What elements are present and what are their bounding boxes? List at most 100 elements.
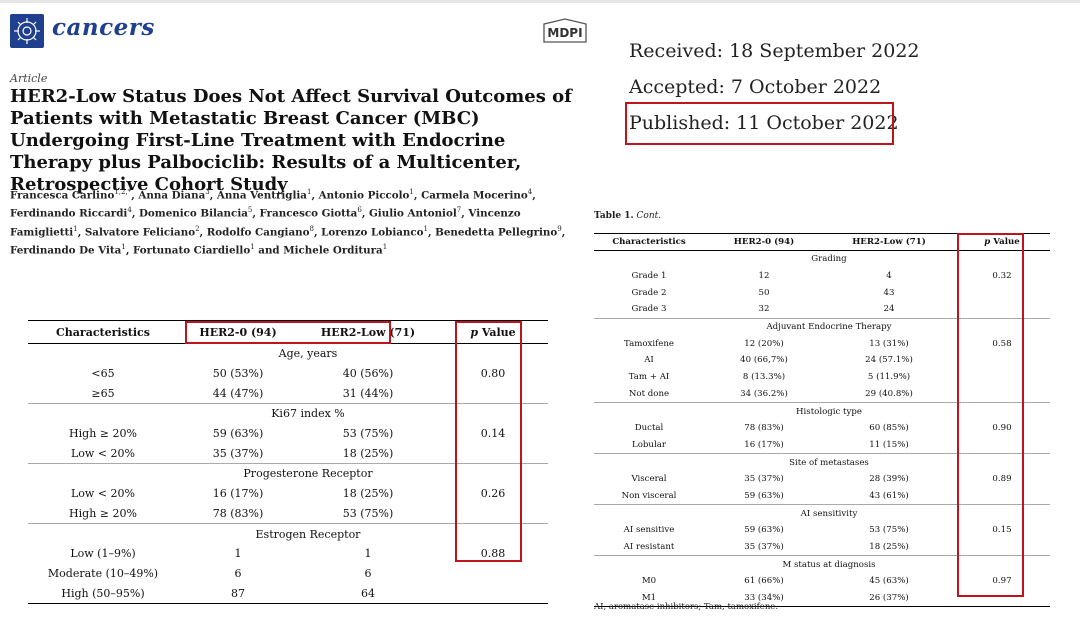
group-label: Histologic type xyxy=(796,406,862,417)
group-label: M status at diagnosis xyxy=(782,559,876,570)
her2-0-value: 44 (47%) xyxy=(178,383,298,405)
her2-low-value: 45 (63%) xyxy=(869,576,909,587)
her2-low-value: 18 (25%) xyxy=(298,443,438,465)
author-separator: , xyxy=(77,226,85,239)
author-separator: , xyxy=(532,189,536,202)
row-label: Low < 20% xyxy=(28,443,178,465)
her2-0-value: 35 (37%) xyxy=(744,474,784,485)
her2-low-value: 11 (15%) xyxy=(824,436,954,455)
top-border xyxy=(0,0,1080,3)
her2-0-value: 12 (20%) xyxy=(744,338,784,349)
table-row: High (50–95%) 87 64 xyxy=(28,583,548,604)
her2-0-value: 61 (66%) xyxy=(744,576,784,587)
author-separator: , xyxy=(361,207,369,220)
her2-low-value: 28 (39%) xyxy=(869,474,909,485)
empty-cell xyxy=(594,454,704,471)
her2-0-value: 59 (63%) xyxy=(744,525,784,536)
article-type: Article xyxy=(10,72,48,85)
author-name[interactable]: Anna Ventriglia xyxy=(217,189,307,201)
her2-0-value: 59 (63%) xyxy=(212,427,264,441)
her2-low-value: 13 (31%) xyxy=(869,338,909,349)
author-name[interactable]: Rodolfo Cangiano xyxy=(207,226,310,238)
highlight-box-pvalue-left xyxy=(455,321,522,562)
row-label: Low (1–9%) xyxy=(70,547,136,561)
her2-0-value: 12 xyxy=(758,271,770,282)
row-label: Tam + AI xyxy=(628,372,670,383)
col-header-characteristics: Characteristics xyxy=(28,320,178,344)
her2-0-value: 34 (36.2%) xyxy=(704,385,824,404)
col-header-characteristics: Characteristics xyxy=(594,233,704,251)
empty-cell xyxy=(594,556,704,573)
her2-low-value: 26 (37%) xyxy=(824,589,954,608)
author-name[interactable]: Fortunato Ciardiello xyxy=(133,245,250,257)
her2-low-value: 24 xyxy=(824,301,954,319)
row-label: Lobular xyxy=(594,436,704,455)
author-name[interactable]: Lorenzo Lobianco xyxy=(321,226,423,238)
author-name[interactable]: Giulio Antoniol xyxy=(369,208,457,220)
journal-logo-icon xyxy=(10,14,44,48)
author-name[interactable]: Michele Orditura xyxy=(283,245,383,257)
group-label: Site of metastases xyxy=(789,457,869,468)
p-value xyxy=(438,564,548,584)
row-label: Grade 2 xyxy=(631,287,667,298)
her2-low-value: 64 xyxy=(298,583,438,604)
mdpi-logo-icon: MDPI xyxy=(540,18,590,44)
her2-low-value: 18 (25%) xyxy=(342,487,394,501)
received-date: Received: 18 September 2022 xyxy=(629,40,920,62)
author-name[interactable]: Benedetta Pellegrino xyxy=(435,226,557,238)
author-separator: , xyxy=(209,189,217,202)
accepted-date: Accepted: 7 October 2022 xyxy=(629,76,882,98)
highlight-box-published xyxy=(625,102,894,145)
her2-low-value: 31 (44%) xyxy=(298,383,438,405)
her2-low-value: 60 (85%) xyxy=(869,423,909,434)
her2-0-value: 78 (83%) xyxy=(178,503,298,525)
her2-low-value: 6 xyxy=(364,566,372,580)
her2-0-value: 78 (83%) xyxy=(744,423,784,434)
author-name[interactable]: Antonio Piccolo xyxy=(319,189,410,201)
author-name[interactable]: Ferdinando De Vita xyxy=(10,245,121,257)
row-label: Tamoxifene xyxy=(624,338,674,349)
group-label: AI sensitivity xyxy=(800,508,858,519)
row-label: Visceral xyxy=(631,474,667,485)
her2-0-value: 50 (53%) xyxy=(212,367,264,381)
empty-cell xyxy=(28,464,178,484)
author-separator: , xyxy=(413,189,422,202)
row-label: Grade 3 xyxy=(594,301,704,319)
author-separator: , xyxy=(125,244,133,257)
publisher-name: MDPI xyxy=(547,26,583,40)
row-label: M0 xyxy=(641,576,657,587)
author-name[interactable]: Francesca Carlino xyxy=(10,189,114,201)
author-name[interactable]: Salvatore Feliciano xyxy=(85,226,195,238)
author-affiliation: 1 xyxy=(382,243,388,252)
author-name[interactable]: Ferdinando Riccardi xyxy=(10,208,127,220)
her2-0-value: 1 xyxy=(234,547,242,561)
author-name[interactable]: Domenico Bilancia xyxy=(139,208,248,220)
journal-name[interactable]: cancers xyxy=(52,14,155,41)
group-label: Grading xyxy=(811,254,847,265)
row-label: AI resistant xyxy=(594,538,704,557)
table-row: Moderate (10–49%) 6 6 xyxy=(28,564,548,584)
author-separator: , xyxy=(131,207,139,220)
her2-0-value: 6 xyxy=(234,566,242,580)
her2-low-value: 53 (75%) xyxy=(298,503,438,525)
table-footnote: AI, aromatase inhibitors; Tam, tamoxifen… xyxy=(594,602,779,612)
empty-cell xyxy=(28,404,178,424)
group-label: Progesterone Receptor xyxy=(243,467,373,481)
her2-0-value: 35 (37%) xyxy=(178,443,298,465)
her2-0-value: 87 xyxy=(178,583,298,604)
her2-low-value: 43 xyxy=(883,287,895,298)
empty-cell xyxy=(28,344,178,364)
her2-0-value: 40 (66,7%) xyxy=(740,355,788,366)
her2-0-value: 59 (63%) xyxy=(704,487,824,506)
empty-cell xyxy=(594,505,704,522)
author-name[interactable]: Francesco Giotta xyxy=(260,208,358,220)
row-label: <65 xyxy=(91,367,115,381)
empty-cell xyxy=(28,524,178,544)
her2-low-value: 29 (40.8%) xyxy=(824,385,954,404)
row-label: Low < 20% xyxy=(70,487,135,501)
row-label: High ≥ 20% xyxy=(28,503,178,525)
author-name[interactable]: Anna Diana xyxy=(138,189,205,201)
col-header-her2-0: HER2-0 (94) xyxy=(704,233,824,251)
author-name[interactable]: Carmela Mocerino xyxy=(421,189,528,201)
author-list: Francesca Carlino1,2,*, Anna Diana3, Ann… xyxy=(10,185,585,259)
